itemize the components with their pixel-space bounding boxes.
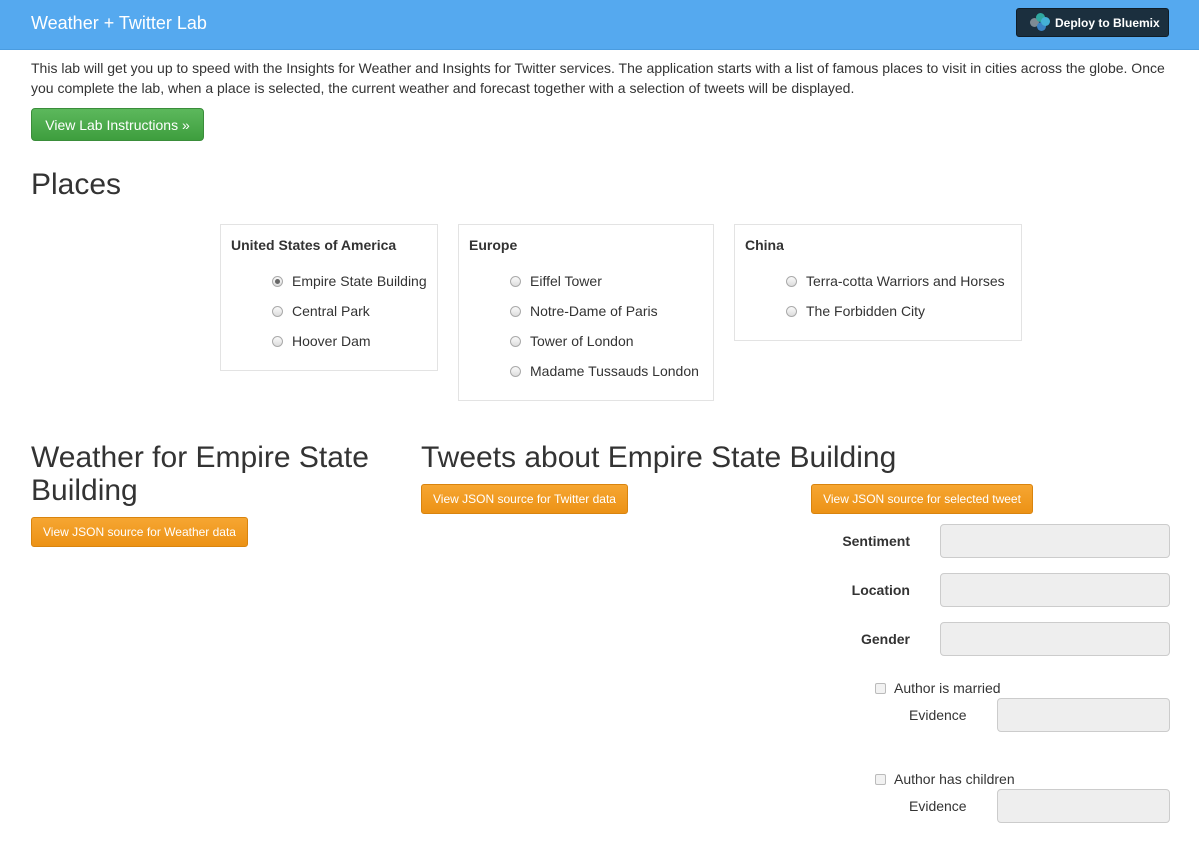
weather-json-button[interactable]: View JSON source for Weather data [31, 517, 248, 547]
navbar: Weather + Twitter Lab Deploy to Bluemix [0, 0, 1199, 50]
author-children-checkbox[interactable] [875, 773, 886, 785]
place-label: Central Park [292, 303, 370, 319]
place-label: Tower of London [530, 333, 634, 349]
radio-button[interactable] [786, 305, 797, 317]
place-label: Madame Tussauds London [530, 363, 699, 379]
place-option-eiffel-tower[interactable]: Eiffel Tower [510, 273, 602, 289]
author-married-checkbox-row[interactable]: Author is married [875, 680, 1001, 696]
group-title: United States of America [231, 237, 397, 253]
group-title: China [745, 237, 784, 253]
radio-button[interactable] [786, 275, 797, 287]
weather-heading-line1: Weather for Empire State [31, 441, 369, 474]
author-married-checkbox[interactable] [875, 682, 886, 694]
radio-button[interactable] [510, 305, 521, 317]
places-group-europe: Europe Eiffel Tower Notre-Dame of Paris … [458, 224, 714, 401]
weather-heading: Weather for Empire State Building [31, 441, 401, 507]
places-group-china: China Terra-cotta Warriors and Horses Th… [734, 224, 1022, 341]
place-option-madame-tussauds[interactable]: Madame Tussauds London [510, 363, 699, 379]
married-evidence-field[interactable] [997, 698, 1170, 732]
sentiment-label: Sentiment [842, 533, 910, 549]
place-option-tower-of-london[interactable]: Tower of London [510, 333, 634, 349]
radio-button[interactable] [272, 275, 283, 287]
sentiment-field[interactable] [940, 524, 1170, 558]
weather-heading-line2: Building [31, 474, 138, 507]
place-label: Hoover Dam [292, 333, 371, 349]
place-label: Empire State Building [292, 273, 427, 289]
location-label: Location [851, 582, 910, 598]
place-label: The Forbidden City [806, 303, 926, 319]
radio-button[interactable] [510, 335, 521, 347]
children-evidence-field[interactable] [997, 789, 1170, 823]
places-heading: Places [31, 168, 122, 201]
bluemix-logo-icon [1030, 12, 1050, 33]
place-option-notre-dame[interactable]: Notre-Dame of Paris [510, 303, 658, 319]
twitter-json-button[interactable]: View JSON source for Twitter data [421, 484, 628, 514]
places-group-usa: United States of America Empire State Bu… [220, 224, 438, 371]
author-married-label: Author is married [894, 680, 1001, 696]
author-children-label: Author has children [894, 771, 1015, 787]
radio-button[interactable] [272, 305, 283, 317]
deploy-label: Deploy to Bluemix [1055, 15, 1160, 30]
married-evidence-label: Evidence [909, 707, 967, 723]
place-option-terra-cotta-warriors[interactable]: Terra-cotta Warriors and Horses [786, 273, 1005, 289]
tweets-heading: Tweets about Empire State Building [421, 441, 897, 474]
place-option-central-park[interactable]: Central Park [272, 303, 370, 319]
app-title[interactable]: Weather + Twitter Lab [31, 13, 207, 34]
gender-label: Gender [860, 631, 910, 647]
place-label: Notre-Dame of Paris [530, 303, 658, 319]
radio-button[interactable] [510, 365, 521, 377]
place-option-empire-state-building[interactable]: Empire State Building [272, 273, 427, 289]
radio-button[interactable] [272, 335, 283, 347]
intro-text: This lab will get you up to speed with t… [31, 60, 1165, 96]
location-field[interactable] [940, 573, 1170, 607]
group-title: Europe [469, 237, 518, 253]
place-label: Eiffel Tower [530, 273, 602, 289]
gender-field[interactable] [940, 622, 1170, 656]
children-evidence-label: Evidence [909, 798, 967, 814]
deploy-to-bluemix-button[interactable]: Deploy to Bluemix [1016, 8, 1169, 37]
view-lab-instructions-button[interactable]: View Lab Instructions » [31, 108, 204, 141]
radio-button[interactable] [510, 275, 521, 287]
selected-tweet-json-button[interactable]: View JSON source for selected tweet [811, 484, 1033, 514]
place-label: Terra-cotta Warriors and Horses [806, 273, 1005, 289]
author-children-checkbox-row[interactable]: Author has children [875, 771, 1015, 787]
place-option-hoover-dam[interactable]: Hoover Dam [272, 333, 371, 349]
place-option-forbidden-city[interactable]: The Forbidden City [786, 303, 925, 319]
